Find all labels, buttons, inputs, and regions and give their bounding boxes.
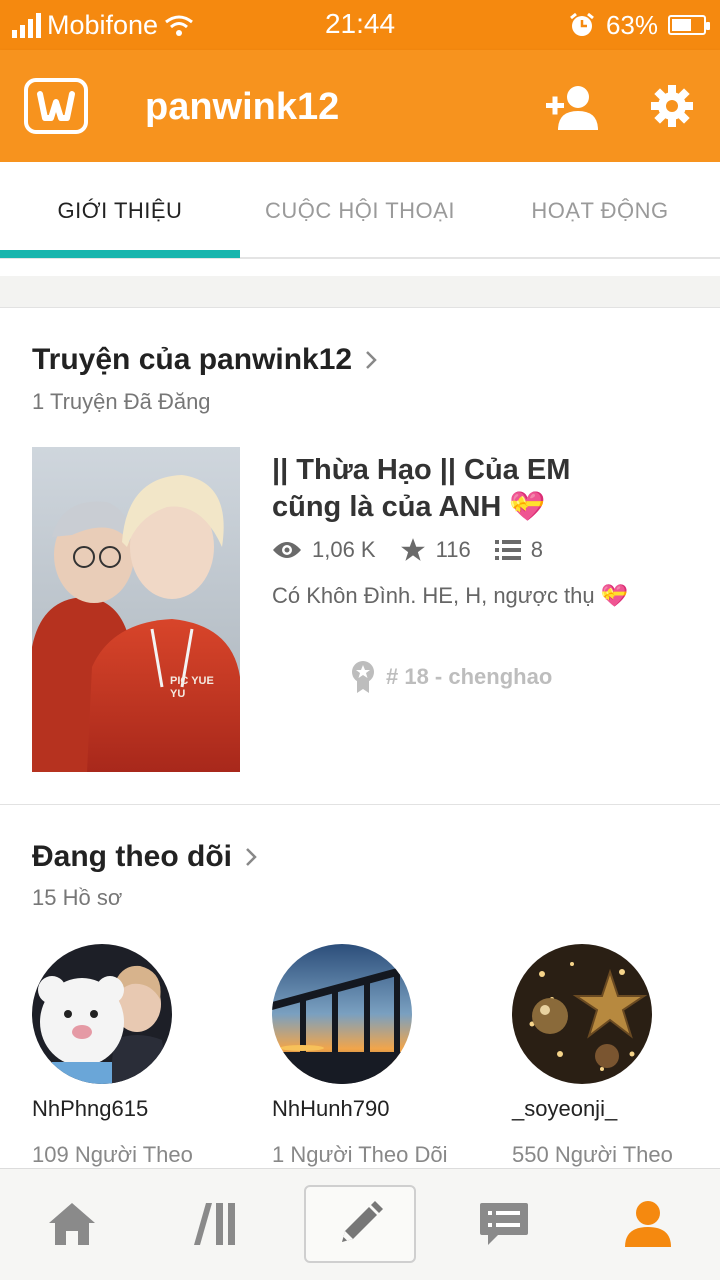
bottom-nav: [0, 1168, 720, 1280]
battery-percent: 63%: [605, 9, 658, 40]
add-friend-icon[interactable]: [544, 84, 602, 130]
status-right: 63%: [568, 8, 710, 42]
following-user-name: _soyeonji_: [512, 1096, 618, 1121]
following-heading-label: Đang theo dõi: [32, 840, 232, 873]
stories-heading-label: Truyện của panwink12: [32, 343, 353, 376]
rank-label: # 18 - chenghao: [386, 664, 553, 689]
following-user-followers: 550 Người Theo: [512, 1142, 673, 1167]
following-heading[interactable]: Đang theo dõi: [32, 840, 258, 874]
active-tab-indicator: [0, 250, 240, 258]
gear-icon[interactable]: [650, 84, 694, 128]
following-user[interactable]: NhPhng615 109 Người Theo: [32, 944, 232, 1168]
story-rank[interactable]: # 18 - chenghao: [350, 660, 552, 694]
eye-icon: [273, 542, 301, 558]
chevron-right-icon: [246, 848, 257, 866]
nav-messages[interactable]: [448, 1185, 560, 1263]
ribbon-badge-icon: [352, 661, 374, 693]
nav-write[interactable]: [304, 1185, 416, 1263]
views-stat: 1,06 K: [272, 537, 376, 563]
story-stats: 1,06 K 116 8: [272, 537, 567, 563]
parts-stat: 8: [494, 537, 543, 563]
section-spacer: [0, 276, 720, 308]
following-user[interactable]: NhHunh790 1 Người Theo Dõi: [272, 944, 472, 1168]
tab-about[interactable]: GIỚI THIỆU: [0, 162, 240, 259]
battery-icon: [668, 15, 710, 35]
following-user-name: NhHunh790: [272, 1096, 390, 1121]
nav-profile[interactable]: [592, 1185, 704, 1263]
profile-tabs: GIỚI THIỆU CUỘC HỘI THOẠI HOẠT ĐỘNG: [0, 162, 720, 259]
section-divider: [0, 804, 720, 805]
wattpad-logo-icon[interactable]: [24, 78, 88, 134]
following-user-name: NhPhng615: [32, 1096, 149, 1121]
story-cover[interactable]: PIC YUE YU: [32, 447, 240, 772]
list-icon: [494, 540, 521, 560]
library-icon: [194, 1203, 235, 1245]
home-icon: [49, 1203, 95, 1245]
following-user-followers: 1 Người Theo Dõi: [272, 1142, 448, 1167]
story-description: Có Khôn Đình. HE, H, ngược thụ 💝: [272, 583, 629, 608]
chevron-right-icon: [366, 351, 377, 369]
votes-stat: 116: [400, 537, 471, 563]
following-user[interactable]: _soyeonji_ 550 Người Theo: [512, 944, 712, 1168]
parts-count: 8: [530, 537, 543, 562]
nav-home[interactable]: [16, 1185, 128, 1263]
write-icon: [342, 1201, 383, 1242]
views-count: 1,06 K: [312, 537, 376, 562]
page-title: panwink12: [145, 86, 340, 128]
story-title[interactable]: || Thừa Hạo || Của EM cũng là của ANH 💝: [272, 452, 602, 526]
messages-icon: [480, 1203, 528, 1245]
status-bar: Mobifone 21:44 63%: [0, 0, 720, 50]
tab-conversations[interactable]: CUỘC HỘI THOẠI: [240, 162, 480, 259]
stories-heading[interactable]: Truyện của panwink12: [32, 343, 378, 377]
cover-hoodie-text: PIC YUE YU: [170, 675, 214, 700]
profile-icon: [625, 1201, 671, 1247]
alarm-icon: [570, 12, 594, 36]
nav-library[interactable]: [160, 1185, 272, 1263]
following-count: 15 Hồ sơ: [32, 885, 123, 910]
avatar[interactable]: [512, 944, 652, 1084]
following-user-followers: 109 Người Theo: [32, 1142, 193, 1167]
avatar[interactable]: [32, 944, 172, 1084]
votes-count: 116: [435, 537, 471, 562]
tab-activity[interactable]: HOẠT ĐỘNG: [480, 162, 720, 259]
stories-count: 1 Truyện Đã Đăng: [32, 389, 211, 414]
app-bar: panwink12: [0, 50, 720, 162]
avatar[interactable]: [272, 944, 412, 1084]
star-icon: [400, 538, 425, 561]
